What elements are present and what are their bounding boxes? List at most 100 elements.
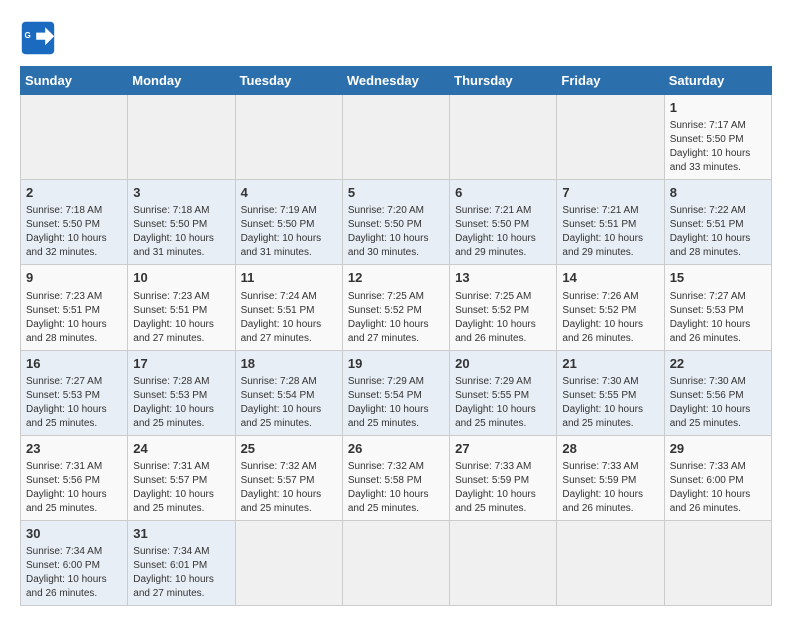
calendar-cell: 22 Sunrise: 7:30 AM Sunset: 5:56 PM Dayli…: [664, 350, 771, 435]
calendar-week-1: 1 Sunrise: 7:17 AM Sunset: 5:50 PM Daylig…: [21, 95, 772, 180]
calendar-cell: 14 Sunrise: 7:26 AM Sunset: 5:52 PM Dayli…: [557, 265, 664, 350]
day-number: 11: [241, 269, 337, 287]
day-number: 15: [670, 269, 766, 287]
calendar-cell: 29Sunrise: 7:33 AM Sunset: 6:00 PM Dayli…: [664, 435, 771, 520]
day-info: Sunrise: 7:24 AM Sunset: 5:51 PM Dayligh…: [241, 290, 337, 346]
day-number: 7: [562, 184, 658, 202]
calendar-cell: 25 Sunrise: 7:32 AM Sunset: 5:57 PM Dayli…: [235, 435, 342, 520]
calendar-cell: 5 Sunrise: 7:20 AM Sunset: 5:50 PM Daylig…: [342, 180, 449, 265]
column-header-wednesday: Wednesday: [342, 67, 449, 95]
calendar-cell: 15 Sunrise: 7:27 AM Sunset: 5:53 PM Dayli…: [664, 265, 771, 350]
calendar-cell: [450, 520, 557, 605]
day-number: 27: [455, 440, 551, 458]
column-header-tuesday: Tuesday: [235, 67, 342, 95]
day-info: Sunrise: 7:33 AM Sunset: 5:59 PM Dayligh…: [562, 460, 658, 516]
logo-icon: G: [20, 20, 56, 56]
day-info: Sunrise: 7:17 AM Sunset: 5:50 PM Dayligh…: [670, 119, 766, 175]
day-info: Sunrise: 7:30 AM Sunset: 5:55 PM Dayligh…: [562, 375, 658, 431]
calendar-cell: 4Sunrise: 7:19 AM Sunset: 5:50 PM Daylig…: [235, 180, 342, 265]
day-number: 28: [562, 440, 658, 458]
calendar-cell: 18Sunrise: 7:28 AM Sunset: 5:54 PM Dayli…: [235, 350, 342, 435]
day-number: 18: [241, 355, 337, 373]
day-info: Sunrise: 7:21 AM Sunset: 5:51 PM Dayligh…: [562, 204, 658, 260]
day-info: Sunrise: 7:25 AM Sunset: 5:52 PM Dayligh…: [348, 290, 444, 346]
calendar-cell: [128, 95, 235, 180]
calendar-cell: 30Sunrise: 7:34 AM Sunset: 6:00 PM Dayli…: [21, 520, 128, 605]
day-info: Sunrise: 7:23 AM Sunset: 5:51 PM Dayligh…: [26, 290, 122, 346]
calendar-cell: 21Sunrise: 7:30 AM Sunset: 5:55 PM Dayli…: [557, 350, 664, 435]
calendar-cell: 7 Sunrise: 7:21 AM Sunset: 5:51 PM Daylig…: [557, 180, 664, 265]
calendar-cell: [450, 95, 557, 180]
day-number: 24: [133, 440, 229, 458]
day-number: 12: [348, 269, 444, 287]
column-header-saturday: Saturday: [664, 67, 771, 95]
calendar-week-5: 23 Sunrise: 7:31 AM Sunset: 5:56 PM Dayli…: [21, 435, 772, 520]
day-info: Sunrise: 7:20 AM Sunset: 5:50 PM Dayligh…: [348, 204, 444, 260]
calendar-cell: 28 Sunrise: 7:33 AM Sunset: 5:59 PM Dayli…: [557, 435, 664, 520]
calendar-cell: 27 Sunrise: 7:33 AM Sunset: 5:59 PM Dayli…: [450, 435, 557, 520]
day-number: 23: [26, 440, 122, 458]
day-info: Sunrise: 7:26 AM Sunset: 5:52 PM Dayligh…: [562, 290, 658, 346]
day-info: Sunrise: 7:31 AM Sunset: 5:56 PM Dayligh…: [26, 460, 122, 516]
day-info: Sunrise: 7:34 AM Sunset: 6:00 PM Dayligh…: [26, 545, 122, 601]
calendar-cell: [557, 520, 664, 605]
day-number: 14: [562, 269, 658, 287]
svg-text:G: G: [25, 31, 31, 40]
calendar-cell: 16Sunrise: 7:27 AM Sunset: 5:53 PM Dayli…: [21, 350, 128, 435]
header-row: SundayMondayTuesdayWednesdayThursdayFrid…: [21, 67, 772, 95]
column-header-sunday: Sunday: [21, 67, 128, 95]
day-number: 17: [133, 355, 229, 373]
day-info: Sunrise: 7:33 AM Sunset: 5:59 PM Dayligh…: [455, 460, 551, 516]
day-number: 31: [133, 525, 229, 543]
day-number: 25: [241, 440, 337, 458]
day-info: Sunrise: 7:32 AM Sunset: 5:57 PM Dayligh…: [241, 460, 337, 516]
day-info: Sunrise: 7:29 AM Sunset: 5:55 PM Dayligh…: [455, 375, 551, 431]
day-info: Sunrise: 7:31 AM Sunset: 5:57 PM Dayligh…: [133, 460, 229, 516]
calendar-cell: 12 Sunrise: 7:25 AM Sunset: 5:52 PM Dayli…: [342, 265, 449, 350]
calendar-cell: [21, 95, 128, 180]
calendar-cell: [342, 520, 449, 605]
calendar-cell: 6Sunrise: 7:21 AM Sunset: 5:50 PM Daylig…: [450, 180, 557, 265]
calendar-cell: 17 Sunrise: 7:28 AM Sunset: 5:53 PM Dayli…: [128, 350, 235, 435]
day-number: 13: [455, 269, 551, 287]
calendar-cell: 13 Sunrise: 7:25 AM Sunset: 5:52 PM Dayli…: [450, 265, 557, 350]
day-info: Sunrise: 7:34 AM Sunset: 6:01 PM Dayligh…: [133, 545, 229, 601]
calendar-cell: 11 Sunrise: 7:24 AM Sunset: 5:51 PM Dayli…: [235, 265, 342, 350]
day-info: Sunrise: 7:28 AM Sunset: 5:53 PM Dayligh…: [133, 375, 229, 431]
calendar-cell: [664, 520, 771, 605]
calendar-cell: 2 Sunrise: 7:18 AM Sunset: 5:50 PM Daylig…: [21, 180, 128, 265]
calendar-cell: [342, 95, 449, 180]
calendar-cell: [557, 95, 664, 180]
column-header-friday: Friday: [557, 67, 664, 95]
day-number: 20: [455, 355, 551, 373]
day-info: Sunrise: 7:18 AM Sunset: 5:50 PM Dayligh…: [133, 204, 229, 260]
day-info: Sunrise: 7:27 AM Sunset: 5:53 PM Dayligh…: [670, 290, 766, 346]
day-number: 19: [348, 355, 444, 373]
calendar-cell: 31 Sunrise: 7:34 AM Sunset: 6:01 PM Dayli…: [128, 520, 235, 605]
calendar-cell: 9 Sunrise: 7:23 AM Sunset: 5:51 PM Daylig…: [21, 265, 128, 350]
day-number: 29: [670, 440, 766, 458]
calendar-week-3: 9 Sunrise: 7:23 AM Sunset: 5:51 PM Daylig…: [21, 265, 772, 350]
day-number: 2: [26, 184, 122, 202]
calendar-week-6: 30Sunrise: 7:34 AM Sunset: 6:00 PM Dayli…: [21, 520, 772, 605]
calendar-table: SundayMondayTuesdayWednesdayThursdayFrid…: [20, 66, 772, 606]
day-number: 10: [133, 269, 229, 287]
logo: G: [20, 20, 60, 56]
day-number: 3: [133, 184, 229, 202]
day-number: 1: [670, 99, 766, 117]
day-number: 8: [670, 184, 766, 202]
day-info: Sunrise: 7:25 AM Sunset: 5:52 PM Dayligh…: [455, 290, 551, 346]
day-info: Sunrise: 7:18 AM Sunset: 5:50 PM Dayligh…: [26, 204, 122, 260]
day-number: 5: [348, 184, 444, 202]
calendar-week-4: 16Sunrise: 7:27 AM Sunset: 5:53 PM Dayli…: [21, 350, 772, 435]
calendar-cell: 19Sunrise: 7:29 AM Sunset: 5:54 PM Dayli…: [342, 350, 449, 435]
day-info: Sunrise: 7:22 AM Sunset: 5:51 PM Dayligh…: [670, 204, 766, 260]
day-info: Sunrise: 7:27 AM Sunset: 5:53 PM Dayligh…: [26, 375, 122, 431]
day-info: Sunrise: 7:30 AM Sunset: 5:56 PM Dayligh…: [670, 375, 766, 431]
calendar-cell: 23 Sunrise: 7:31 AM Sunset: 5:56 PM Dayli…: [21, 435, 128, 520]
calendar-cell: [235, 520, 342, 605]
day-number: 22: [670, 355, 766, 373]
day-info: Sunrise: 7:32 AM Sunset: 5:58 PM Dayligh…: [348, 460, 444, 516]
day-number: 9: [26, 269, 122, 287]
column-header-thursday: Thursday: [450, 67, 557, 95]
